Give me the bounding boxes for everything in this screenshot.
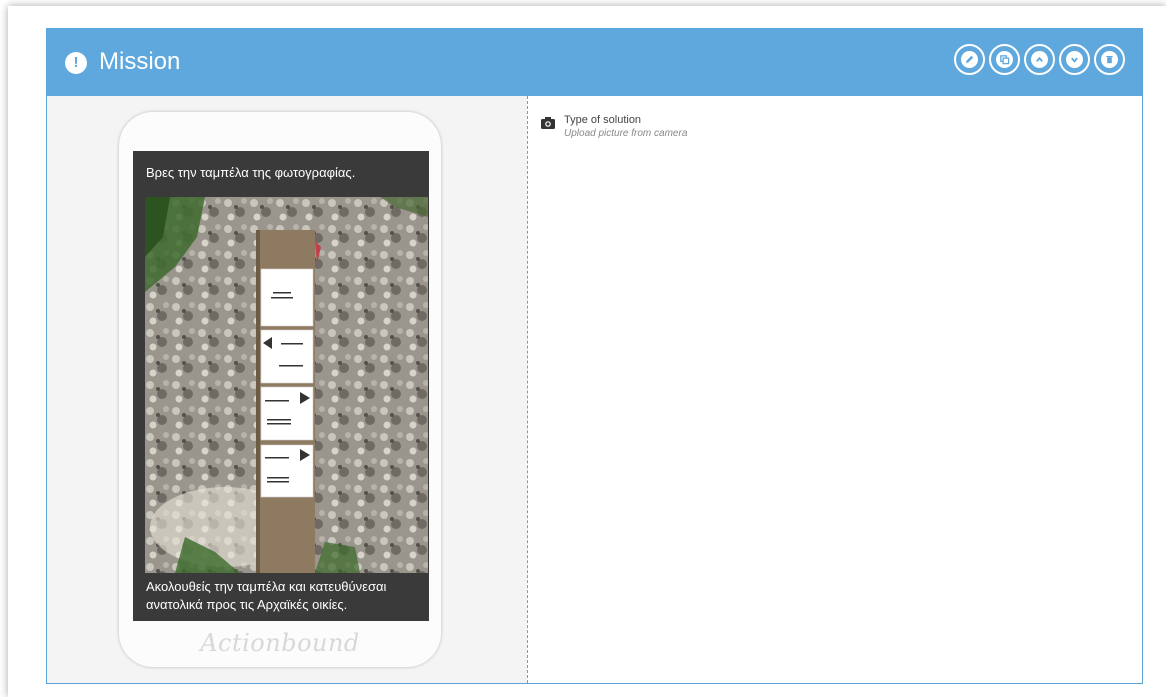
mission-header: ! Mission bbox=[47, 29, 1142, 96]
chevron-up-icon bbox=[1031, 51, 1048, 68]
mission-title: Mission bbox=[99, 48, 181, 75]
exclamation-icon: ! bbox=[65, 52, 87, 74]
edit-button[interactable] bbox=[954, 44, 985, 75]
solution-type-label: Type of solution bbox=[564, 114, 642, 126]
copy-button[interactable] bbox=[989, 44, 1020, 75]
mission-photo bbox=[145, 197, 428, 573]
phone-preview: Βρες την ταμπέλα της φωτογραφίας. Ακολου… bbox=[119, 112, 441, 667]
mission-text-top: Βρες την ταμπέλα της φωτογραφίας. bbox=[146, 165, 356, 180]
trash-icon bbox=[1101, 51, 1118, 68]
mission-text-bottom: Ακολουθείς την ταμπέλα και κατευθύνεσαι … bbox=[146, 579, 387, 612]
solution-type-value: Upload picture from camera bbox=[564, 128, 688, 139]
move-down-button[interactable] bbox=[1059, 44, 1090, 75]
header-actions bbox=[954, 44, 1125, 78]
phone-screen: Βρες την ταμπέλα της φωτογραφίας. Ακολου… bbox=[133, 151, 429, 621]
move-up-button[interactable] bbox=[1024, 44, 1055, 75]
copy-icon bbox=[996, 51, 1013, 68]
delete-button[interactable] bbox=[1094, 44, 1125, 75]
pencil-icon bbox=[961, 51, 978, 68]
preview-column: Βρες την ταμπέλα της φωτογραφίας. Ακολου… bbox=[47, 96, 527, 683]
actionbound-logo: Actionbound bbox=[200, 629, 360, 657]
camera-icon bbox=[541, 117, 555, 129]
chevron-down-icon bbox=[1066, 51, 1083, 68]
mission-panel: ! Mission Βρες την ταμπέλα της φωτογραφί… bbox=[46, 28, 1143, 684]
solution-column: Type of solution Upload picture from cam… bbox=[528, 96, 1142, 683]
